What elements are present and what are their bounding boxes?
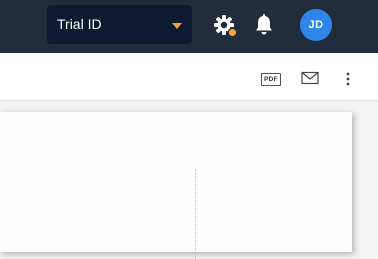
envelope-icon <box>301 71 319 85</box>
document-canvas <box>0 101 378 259</box>
pdf-icon-label: PDF <box>264 76 278 83</box>
trial-id-select[interactable]: Trial ID <box>47 5 192 44</box>
bell-icon <box>256 14 272 35</box>
document-page <box>0 112 352 259</box>
settings-button[interactable] <box>212 13 238 39</box>
top-navigation-bar: Trial ID JD <box>0 0 378 53</box>
trial-id-select-value: Trial ID <box>57 16 102 32</box>
gear-icon <box>214 15 238 38</box>
email-button[interactable] <box>301 71 319 85</box>
export-pdf-button[interactable]: PDF <box>261 73 281 86</box>
user-avatar[interactable]: JD <box>300 9 332 41</box>
kebab-menu-icon <box>346 72 350 86</box>
avatar-initials: JD <box>308 19 324 31</box>
document-toolbar: PDF <box>0 53 378 101</box>
more-options-button[interactable] <box>342 69 354 89</box>
caret-down-icon <box>172 23 182 29</box>
notifications-button[interactable] <box>253 13 275 37</box>
